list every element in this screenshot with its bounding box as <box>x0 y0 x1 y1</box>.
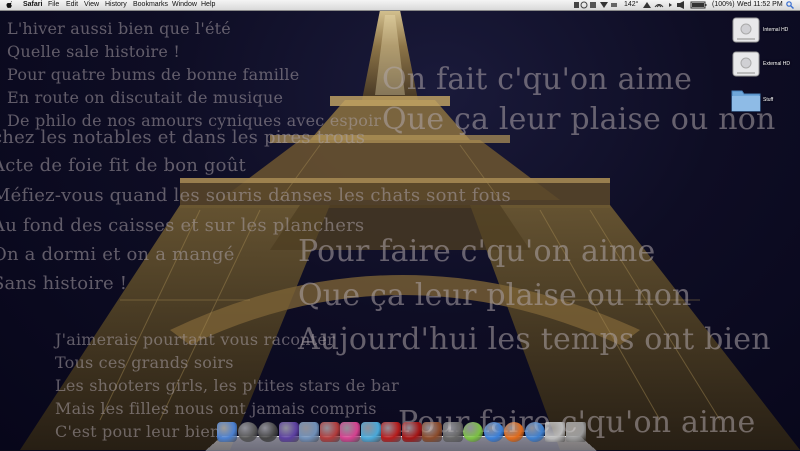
fish-icon[interactable] <box>360 422 381 442</box>
lyric-line: Tous ces grands soirs <box>55 353 234 372</box>
lyric-line: Quelle sale histoire ! <box>7 42 180 61</box>
menu-bar: Safari File Edit View History Bookmarks … <box>0 0 800 11</box>
hard-drive-icon <box>732 51 760 77</box>
hard-drive-icon <box>732 17 760 43</box>
desktop-icon-stuff[interactable]: Stuff <box>731 86 773 116</box>
desktop-icon-label: External HD <box>763 61 790 67</box>
menu-app-name[interactable]: Safari <box>23 1 42 9</box>
photo-booth-icon[interactable] <box>319 422 340 442</box>
dock <box>205 419 597 451</box>
menu-extra-icons[interactable] <box>574 1 618 12</box>
lyric-line: Acte de foie fit de bon goût <box>0 155 246 176</box>
lyric-line: J'aimerais pourtant vous raconter <box>55 330 335 349</box>
menu-extras-icon[interactable] <box>574 1 618 9</box>
lyric-line: On a dormi et on a mangé <box>0 244 235 265</box>
lyric-line: Méfiez-vous quand les souris danses les … <box>0 185 511 206</box>
status-icons-group[interactable] <box>641 1 711 9</box>
desktop-icon-label: Internal HD <box>763 27 789 33</box>
settings-icon[interactable] <box>442 422 463 442</box>
desktop-icon-internal-hd[interactable]: Internal HD <box>731 16 788 48</box>
lyric-line: L'hiver aussi bien que l'été <box>7 19 231 38</box>
trash-icon[interactable] <box>565 422 586 442</box>
lyric-line: Sans histoire ! <box>0 273 128 294</box>
folder-icon <box>731 90 761 112</box>
finder-icon[interactable] <box>217 422 237 442</box>
battery-percentage[interactable]: (100%) <box>712 1 735 9</box>
lyric-line: En route on discutait de musique <box>7 88 284 107</box>
menu-view[interactable]: View <box>84 1 99 9</box>
book-icon[interactable] <box>401 422 422 442</box>
green-app-icon[interactable] <box>463 422 483 442</box>
lyric-chorus: Aujourd'hui les temps ont bien <box>298 322 771 357</box>
lyric-chorus: Que ça leur plaise ou non <box>298 278 692 313</box>
menu-history[interactable]: History <box>105 1 127 9</box>
documents-icon[interactable] <box>545 422 565 442</box>
itunes-icon[interactable] <box>483 422 504 442</box>
dashboard-icon[interactable] <box>237 422 258 442</box>
menu-file[interactable]: File <box>48 1 59 9</box>
lyric-line: C'est pour leur bien <box>55 422 221 441</box>
preview-icon[interactable] <box>299 422 319 442</box>
desktop: L'hiver aussi bien que l'été Quelle sale… <box>0 0 800 450</box>
lyric-chorus: Pour faire c'qu'on aime <box>298 234 656 269</box>
firefox-icon[interactable] <box>504 422 524 442</box>
desktop-icon-label: Stuff <box>763 97 774 103</box>
menu-clock[interactable]: Wed 11:52 PM <box>737 1 783 9</box>
photos-icon[interactable] <box>422 422 442 442</box>
red-app-icon[interactable] <box>381 422 401 442</box>
menu-edit[interactable]: Edit <box>66 1 78 9</box>
menu-bookmarks[interactable]: Bookmarks <box>133 1 168 9</box>
flower-icon[interactable] <box>340 422 360 442</box>
temperature-readout[interactable]: 142° <box>624 1 638 9</box>
menu-help[interactable]: Help <box>201 1 215 9</box>
safari-compass-icon[interactable] <box>258 422 278 442</box>
lyric-line: Les shooters girls, les p'tites stars de… <box>55 376 399 395</box>
lyric-line: Au fond des caisses et sur les planchers <box>0 215 365 236</box>
wizard-icon[interactable] <box>278 422 299 442</box>
lyric-chorus: Que ça leur plaise ou non <box>382 102 776 137</box>
menu-window[interactable]: Window <box>172 1 197 9</box>
apple-icon[interactable] <box>6 1 13 9</box>
lyric-chorus: On fait c'qu'on aime <box>382 62 693 97</box>
spotlight-search-icon[interactable] <box>786 1 794 12</box>
lyric-line: chez les notables et dans les pires trou… <box>0 127 366 148</box>
lyric-line: Mais les filles nous ont jamais compris <box>55 399 377 418</box>
status-icons[interactable] <box>641 1 711 12</box>
lyric-line: Pour quatre bums de bonne famille <box>7 65 300 84</box>
desktop-icon-external-hd[interactable]: External HD <box>731 50 790 82</box>
mail-icon[interactable] <box>524 422 545 442</box>
